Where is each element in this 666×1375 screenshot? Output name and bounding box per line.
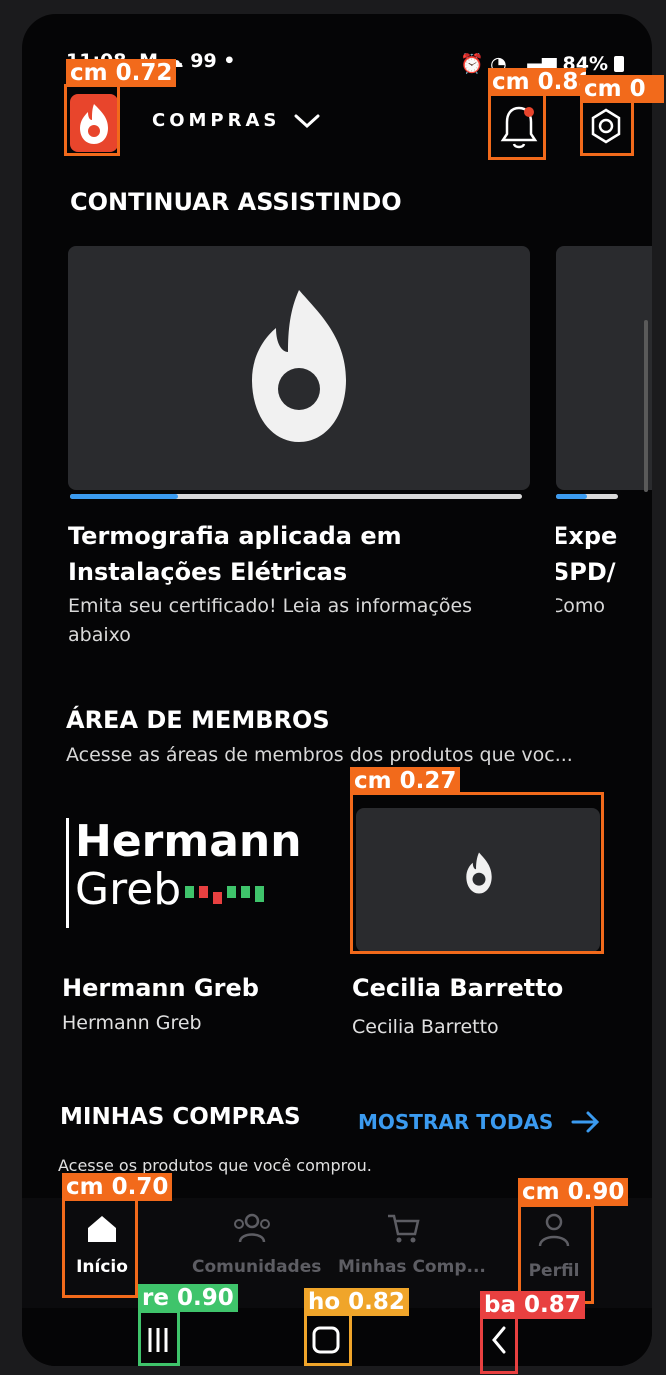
course-title: Termografia aplicada em Instalações Elét… <box>68 518 530 590</box>
hermann-logo-line2: Greb <box>75 864 182 915</box>
purchases-dropdown[interactable]: COMPRAS <box>152 110 320 131</box>
detection-box-bell <box>488 92 546 160</box>
detection-tag-nav-profile: cm 0.90 <box>518 1178 629 1206</box>
course-progress-track-partial <box>556 494 618 499</box>
course-desc-partial: Como <box>556 595 606 617</box>
continue-watching-title: CONTINUAR ASSISTINDO <box>70 188 402 216</box>
hermann-logo-line2-row: Greb <box>75 866 325 914</box>
chevron-down-icon <box>294 114 320 128</box>
detection-box-back <box>480 1316 518 1374</box>
show-all-link[interactable]: MOSTRAR TODAS <box>358 1110 601 1134</box>
course-progress-fill <box>70 494 179 499</box>
hermann-logo-line1: Hermann <box>75 816 302 867</box>
detection-tag-logo: cm 0.72 <box>66 59 177 87</box>
nav-my-purchases[interactable]: Minhas Comp... <box>338 1212 486 1277</box>
course-card-partial[interactable]: Expe SPD/ Como <box>556 246 652 666</box>
hermann-logo: Hermann Greb <box>66 818 325 928</box>
course-desc-line2: abaixo <box>68 624 131 646</box>
signal-bars-icon <box>185 886 265 904</box>
course-desc-line1: Emita seu certificado! Leia as informaçõ… <box>68 595 473 617</box>
detection-tag-member-thumb: cm 0.27 <box>350 767 461 795</box>
course-thumbnail <box>68 246 530 490</box>
detection-tag-home: ho 0.82 <box>304 1288 409 1316</box>
detection-box-settings <box>580 100 634 156</box>
detection-tag-bell: cm 0.88 <box>488 68 586 96</box>
course-title-line1: Termografia aplicada em <box>68 522 402 550</box>
member-name-hermann: Hermann Greb <box>62 974 259 1002</box>
members-area-title: ÁREA DE MEMBROS <box>66 706 330 734</box>
arrow-right-icon <box>571 1111 600 1133</box>
show-all-label: MOSTRAR TODAS <box>358 1110 554 1134</box>
detection-box-nav-profile <box>518 1204 594 1304</box>
members-area-subtitle: Acesse as áreas de membros dos produtos … <box>66 744 573 766</box>
phone-screen: 11:08 M ☁ 99 • ⏰ ◔ ▂▄▆ 84% COMPRAS CONTI… <box>22 14 652 1366</box>
member-item-hermann[interactable]: Hermann Greb Hermann Greb Hermann Greb <box>62 804 325 1035</box>
course-progress-track <box>70 494 522 499</box>
purchases-title: COMPRAS <box>152 110 281 131</box>
detection-box-home <box>304 1312 352 1366</box>
alarm-icon: ⏰ <box>460 53 485 75</box>
detection-box-member-thumb <box>350 792 604 954</box>
nav-communities[interactable]: Comunidades <box>192 1212 322 1277</box>
course-title-partial: Expe SPD/ <box>556 518 652 590</box>
detection-tag-nav-home: cm 0.70 <box>62 1173 173 1201</box>
course-title-partial-line2: SPD/ <box>556 558 616 586</box>
detection-box-recents <box>138 1310 180 1366</box>
my-purchases-title: MINHAS COMPRAS <box>60 1104 301 1130</box>
detection-box-nav-home <box>62 1198 138 1298</box>
detection-tag-recents: re 0.90 <box>138 1284 238 1312</box>
course-progress-fill-partial <box>556 494 587 499</box>
cart-icon <box>388 1214 420 1243</box>
course-title-partial-line1: Expe <box>556 522 618 550</box>
detection-box-logo <box>64 84 120 156</box>
detection-tag-back: ba 0.87 <box>480 1291 585 1319</box>
course-thumbnail-partial <box>556 246 652 490</box>
nav-my-purchases-label: Minhas Comp... <box>338 1257 486 1277</box>
nav-communities-label: Comunidades <box>192 1257 322 1277</box>
scrollbar[interactable] <box>644 320 648 492</box>
battery-icon <box>614 55 624 72</box>
course-card[interactable]: Termografia aplicada em Instalações Elét… <box>68 246 530 666</box>
member-sub-hermann: Hermann Greb <box>62 1012 202 1034</box>
member-name-cecilia: Cecilia Barretto <box>352 974 564 1002</box>
course-title-line2: Instalações Elétricas <box>68 558 348 586</box>
detection-tag-settings: cm 0 <box>580 75 664 103</box>
course-description: Emita seu certificado! Leia as informaçõ… <box>68 592 530 650</box>
brand-flame-icon <box>252 290 346 442</box>
member-sub-cecilia: Cecilia Barretto <box>352 1016 499 1038</box>
people-icon <box>234 1213 270 1243</box>
